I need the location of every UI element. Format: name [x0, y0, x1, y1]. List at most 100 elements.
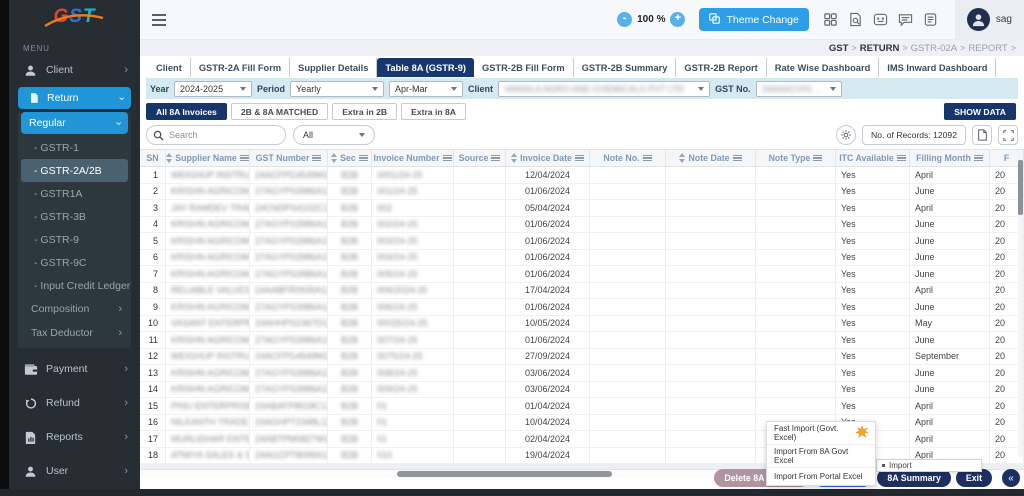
sidebar-subitem--input-credit-ledger[interactable]: - Input Credit Ledger	[21, 274, 130, 297]
sidebar-subitem--gstr-9[interactable]: - GSTR-9	[21, 228, 128, 251]
filter-icon[interactable]	[574, 154, 584, 162]
hamburger-menu-icon[interactable]	[152, 13, 166, 26]
fullscreen-button[interactable]	[998, 125, 1018, 145]
filter-icon[interactable]	[442, 154, 452, 162]
column-header-itc-available[interactable]: ITC Available	[836, 150, 910, 166]
breadcrumb-item-gst[interactable]: GST	[829, 43, 849, 54]
sort-icon[interactable]	[331, 153, 338, 163]
sidebar-item-tax-deductor[interactable]: Tax Deductor ›	[18, 321, 131, 345]
sidebar-item-composition[interactable]: Composition ›	[18, 297, 131, 321]
table-row[interactable]: 14KRISHN AGRICOM27AGYPS3986A1Z1B2B009/24…	[140, 381, 1024, 398]
column-header-note-no-[interactable]: Note No.	[590, 150, 666, 166]
tab-rate-wise-dashboard[interactable]: Rate Wise Dashboard	[766, 58, 880, 77]
table-row[interactable]: 4KRISHN AGRICOM27AGYPS3986A1Z1B2B002/24-…	[140, 216, 1024, 233]
tab-ims-inward-dashboard[interactable]: IMS Inward Dashboard	[879, 58, 997, 77]
context-menu-item-import-from-portal-excel[interactable]: Import From Portal Excel	[767, 468, 875, 485]
filter-icon[interactable]	[642, 154, 652, 162]
year-select[interactable]: 2024-2025	[174, 80, 253, 97]
sidebar-subitem--gstr-3b[interactable]: - GSTR-3B	[21, 205, 128, 228]
filter-icon[interactable]	[973, 154, 983, 162]
sort-icon[interactable]	[166, 153, 173, 163]
client-select[interactable]: VANSILA AGRO AND CHEMICALS PVT LTD	[498, 80, 711, 97]
table-row[interactable]: 3JAY RAMDEV TRAD...24CNDPS4102C1ZHB2B002…	[140, 200, 1024, 217]
tab-gstr-2b-summary[interactable]: GSTR-2B Summary	[573, 58, 677, 77]
show-data-button[interactable]: SHOW DATA	[944, 103, 1016, 120]
sidebar-subitem--gstr-1[interactable]: - GSTR-1	[21, 136, 128, 159]
search-input[interactable]	[146, 125, 286, 145]
horizontal-scrollbar-thumb[interactable]	[397, 471, 612, 477]
document-search-icon[interactable]	[848, 12, 864, 28]
month-range-select[interactable]: Apr-Mar	[389, 80, 464, 97]
table-row[interactable]: 12WEIGHUP INSTRU...24ACFPG4549M1ZPB2B007…	[140, 348, 1024, 365]
sort-icon[interactable]	[511, 153, 518, 163]
vertical-scrollbar-thumb[interactable]	[1018, 160, 1023, 215]
column-filter-select[interactable]: All	[293, 125, 375, 145]
filter-icon[interactable]	[732, 154, 742, 162]
sidebar-item-regular[interactable]: Regular ›	[21, 112, 128, 134]
grid-icon[interactable]	[823, 12, 839, 28]
table-row[interactable]: 6KRISHN AGRICOM27AGYPS3986A1Z1B2B004/24-…	[140, 249, 1024, 266]
column-header-filling-month[interactable]: Filling Month	[910, 150, 990, 166]
tab-supplier-details[interactable]: Supplier Details	[290, 58, 378, 77]
sidebar-subitem--gstr1a[interactable]: - GSTR1A	[21, 182, 128, 205]
subtab-extra-in-2b[interactable]: Extra in 2B	[332, 103, 398, 120]
table-row[interactable]: 15PINU ENTERPRISE24ABAFP8018C1ZNB2B01 01/…	[140, 398, 1024, 415]
notes-icon[interactable]	[923, 12, 939, 28]
chat-icon[interactable]	[898, 12, 914, 28]
vertical-scrollbar[interactable]	[1018, 160, 1023, 457]
column-header-sn[interactable]: SN	[140, 150, 166, 166]
tab-table-8a-gstr-9-[interactable]: Table 8A (GSTR-9)	[377, 58, 474, 77]
theme-change-button[interactable]: Theme Change	[699, 8, 809, 31]
sidebar-item-user[interactable]: User ›	[9, 458, 140, 484]
breadcrumb-item-return[interactable]: RETURN	[860, 43, 900, 54]
filter-icon[interactable]	[239, 154, 249, 162]
sidebar-item-return[interactable]: Return ›	[18, 87, 131, 109]
table-row[interactable]: 7KRISHN AGRICOM27AGYPS3986A1Z1B2B005/24-…	[140, 266, 1024, 283]
filter-icon[interactable]	[312, 154, 322, 162]
zoom-in-button[interactable]: +	[670, 12, 686, 27]
sidebar-subitem--gstr-2a-2b[interactable]: - GSTR-2A/2B	[21, 159, 128, 182]
table-row[interactable]: 17MURLIDHAR ENTE...24ABTPM0827W1ZBB2B01 0…	[140, 431, 1024, 448]
sidebar-item-reports[interactable]: Reports ›	[9, 424, 140, 450]
column-header-sec[interactable]: Sec	[328, 150, 372, 166]
breadcrumb-item-gstr-02a[interactable]: GSTR-02A	[911, 43, 957, 54]
filter-icon[interactable]	[896, 154, 906, 162]
period-select[interactable]: Yearly	[290, 80, 385, 97]
context-menu-item-import-from-8a-govt-excel[interactable]: Import From 8A Govt Excel	[767, 445, 875, 468]
subtab-extra-in-8a[interactable]: Extra in 8A	[401, 103, 466, 120]
export-button[interactable]	[972, 125, 992, 145]
user-menu[interactable]: sag	[954, 0, 1024, 40]
sidebar-item-refund[interactable]: Refund ›	[9, 390, 140, 416]
sidebar-subitem--gstr-9c[interactable]: - GSTR-9C	[21, 251, 128, 274]
gst-no-select[interactable]: 24AAACV0181B1Z5	[755, 80, 842, 97]
table-row[interactable]: 16NILKANTH TRADE...24AGHPT2348L1Z0B2B01 1…	[140, 414, 1024, 431]
tab-gstr-2b-report[interactable]: GSTR-2B Report	[676, 58, 767, 77]
settings-button[interactable]	[836, 125, 856, 145]
table-row[interactable]: 10VASANT ENTERPRI...24AHHPS2367D1Z5B2B00…	[140, 315, 1024, 332]
tab-client[interactable]: Client	[148, 58, 191, 77]
column-header-supplier-name[interactable]: Supplier Name	[166, 150, 250, 166]
table-row[interactable]: 5KRISHN AGRICOM27AGYPS3986A1Z1B2B003/24-…	[140, 233, 1024, 250]
subtab-2b-8a-matched[interactable]: 2B & 8A MATCHED	[230, 103, 329, 120]
filter-icon[interactable]	[491, 154, 501, 162]
tab-gstr-2a-fill-form[interactable]: GSTR-2A Fill Form	[190, 58, 291, 77]
column-header-note-date[interactable]: Note Date	[666, 150, 756, 166]
table-row[interactable]: 9KRISHN AGRICOM27AGYPS3986A1Z1B2B006/24-…	[140, 299, 1024, 316]
filter-icon[interactable]	[813, 154, 823, 162]
subtab-all-8a-invoices[interactable]: All 8A Invoices	[146, 103, 227, 120]
column-header-note-type[interactable]: Note Type	[756, 150, 836, 166]
filter-icon[interactable]	[358, 154, 368, 162]
column-header-gst-number[interactable]: GST Number	[250, 150, 328, 166]
collapse-panel-button[interactable]: «	[1002, 469, 1020, 487]
sidebar-item-payment[interactable]: Payment ›	[9, 356, 140, 382]
table-row[interactable]: 8RELIABLE VALVES...24AABFR0935A1Z5B2B006…	[140, 282, 1024, 299]
table-row[interactable]: 1WEIGHUP INSTRU...24ACFPG4549M1ZPB2B0001…	[140, 167, 1024, 184]
column-header-source[interactable]: Source	[454, 150, 506, 166]
feedback-icon[interactable]	[873, 12, 889, 28]
table-row[interactable]: 13KRISHN AGRICOM27AGYPS3986A1Z1B2B008/24…	[140, 365, 1024, 382]
column-header-invoice-number[interactable]: Invoice Number	[372, 150, 454, 166]
column-header-invoice-date[interactable]: Invoice Date	[506, 150, 590, 166]
breadcrumb-item-report[interactable]: REPORT	[968, 43, 1007, 54]
zoom-out-button[interactable]: -	[617, 12, 633, 27]
table-row[interactable]: 11KRISHN AGRICOM27AGYPS3986A1Z1B2B007/24…	[140, 332, 1024, 349]
